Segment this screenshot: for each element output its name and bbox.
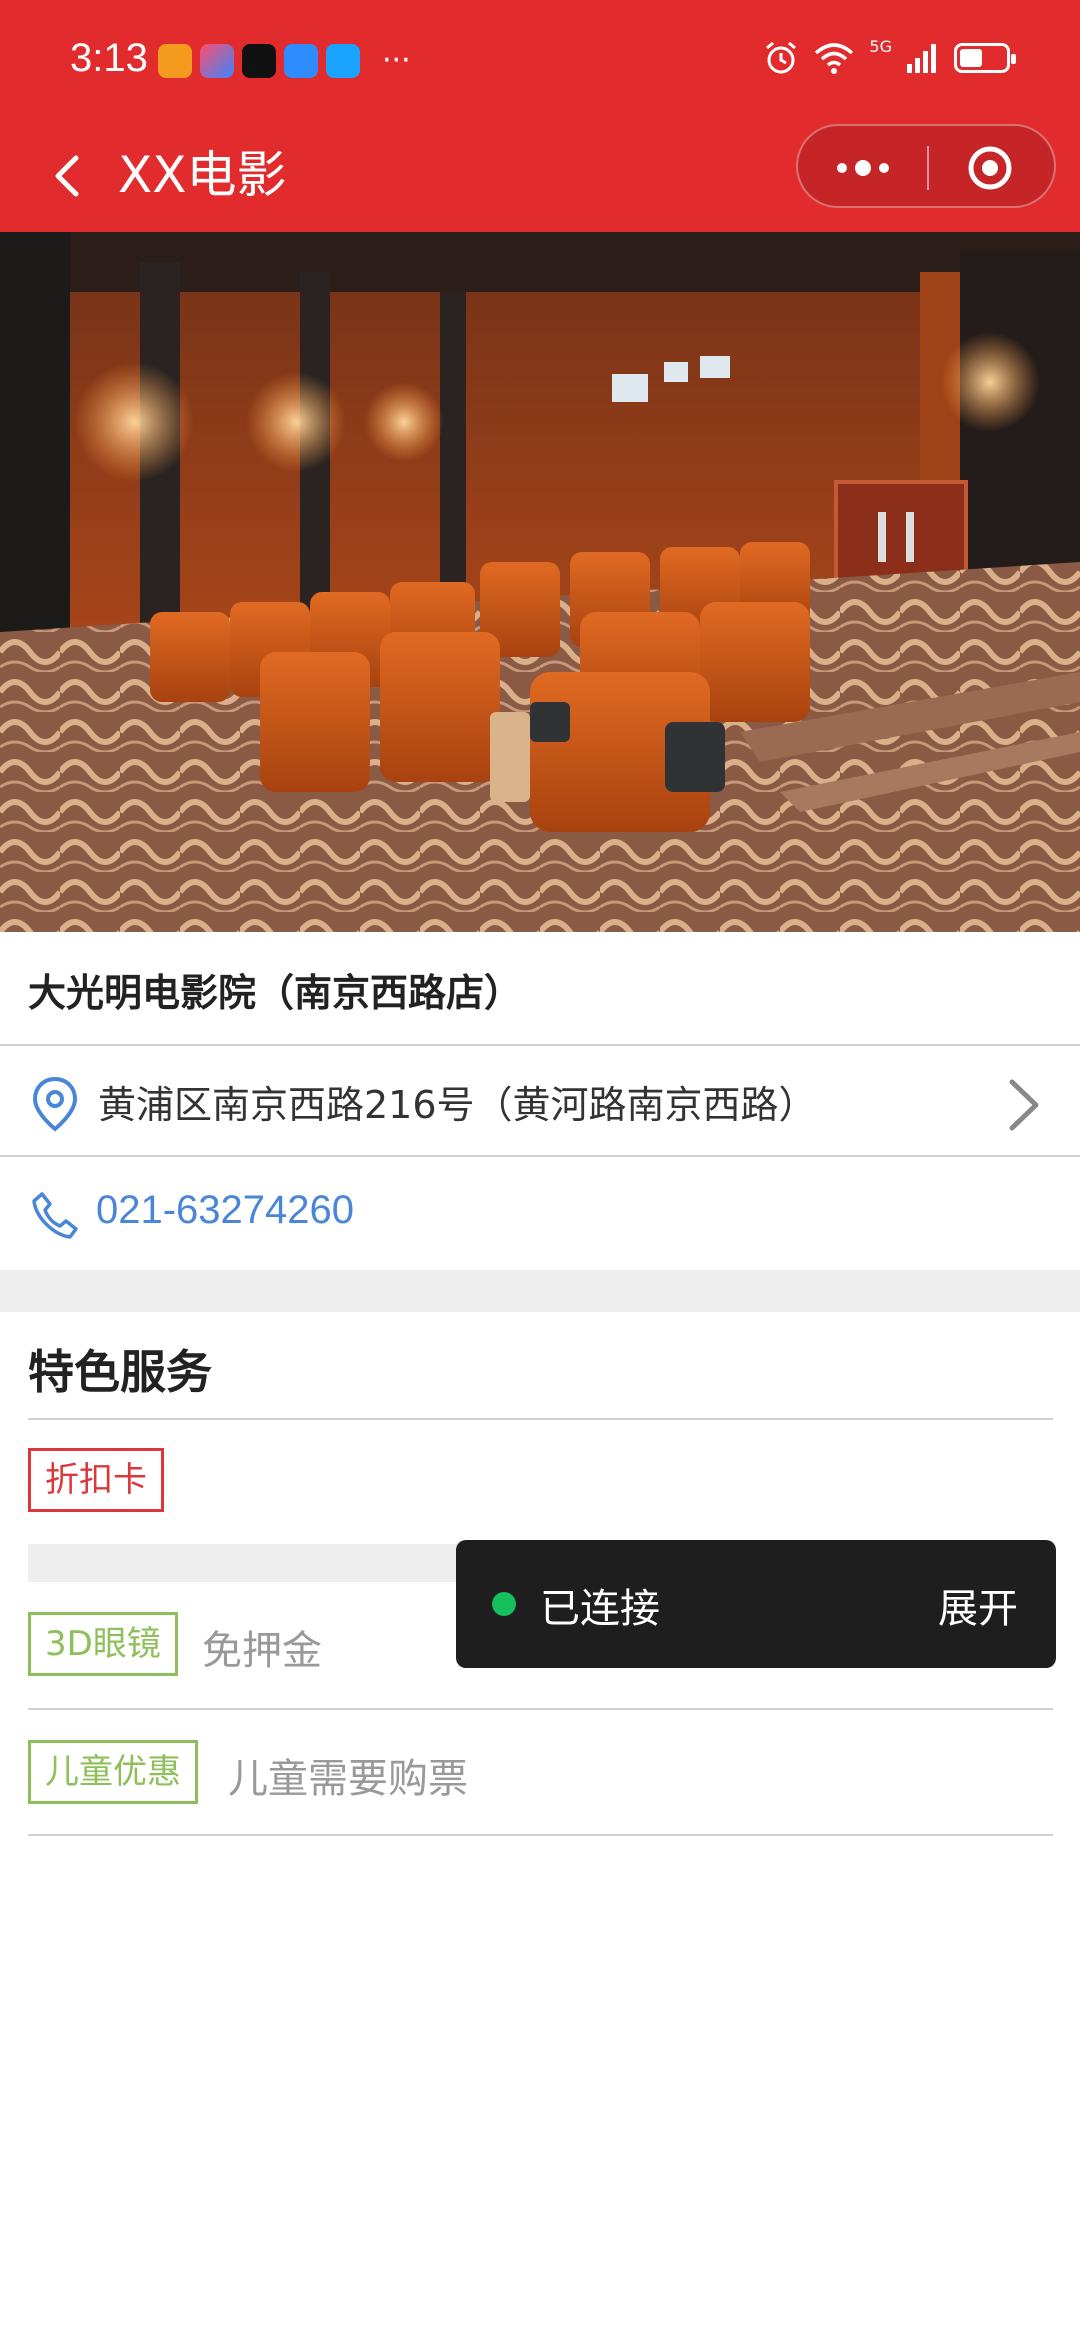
connection-toast[interactable]: 已连接 展开	[456, 1540, 1056, 1668]
page-title: XX电影	[118, 146, 287, 204]
tiktok-app-icon	[242, 44, 276, 78]
divider	[28, 1708, 1053, 1710]
more-notifications-icon: ···	[382, 43, 411, 78]
section-gap	[0, 1270, 1080, 1312]
battery-icon	[954, 43, 1016, 73]
mini-program-capsule	[796, 124, 1056, 208]
cinema-address: 黄浦区南京西路216号（黄河路南京西路）	[98, 1083, 817, 1127]
services-title: 特色服务	[28, 1345, 212, 1399]
search-app-icon	[326, 44, 360, 78]
3d-glasses-tag: 3D眼镜	[28, 1612, 178, 1676]
status-bar: 3:13 ··· 5G	[0, 0, 1080, 120]
child-discount-desc: 儿童需要购票	[228, 1756, 468, 1802]
network-type-label: 5G	[869, 36, 892, 56]
chevron-right-icon	[1009, 1079, 1039, 1131]
divider	[28, 1418, 1053, 1420]
connection-status: 已连接	[540, 1586, 660, 1632]
phone-icon	[32, 1192, 78, 1239]
location-pin-icon	[32, 1076, 78, 1132]
discount-card-tag: 折扣卡	[28, 1448, 164, 1512]
signal-icon	[907, 44, 936, 73]
more-menu-icon[interactable]	[828, 148, 898, 188]
capsule-divider	[927, 146, 929, 190]
placeholder-bar	[28, 1544, 468, 1582]
wifi-icon	[815, 43, 854, 74]
message-app-icon	[200, 44, 234, 78]
weather-app-icon	[284, 44, 318, 78]
expand-button[interactable]: 展开	[938, 1576, 1018, 1634]
divider	[28, 1834, 1053, 1836]
address-row[interactable]: 黄浦区南京西路216号（黄河路南京西路）	[0, 1046, 1080, 1154]
cinema-phone[interactable]: 021-63274260	[96, 1188, 354, 1233]
battery-level-fill	[960, 49, 982, 67]
divider	[0, 1155, 1080, 1157]
connected-status-dot	[492, 1592, 516, 1616]
cinema-hall-photo	[0, 232, 1080, 932]
status-time: 3:13	[70, 36, 148, 80]
video-app-icon	[158, 44, 192, 78]
3d-glasses-desc: 免押金	[202, 1628, 322, 1674]
child-discount-tag: 儿童优惠	[28, 1740, 198, 1804]
cinema-name: 大光明电影院（南京西路店）	[28, 971, 523, 1015]
close-mini-program-icon[interactable]	[966, 144, 1014, 192]
nav-bar: XX电影	[0, 120, 1080, 232]
status-indicators: 5G	[763, 36, 1016, 76]
phone-row[interactable]: 021-63274260	[0, 1158, 1080, 1268]
alarm-icon	[766, 41, 797, 74]
status-app-icons: ···	[158, 44, 411, 78]
back-icon[interactable]	[40, 146, 100, 206]
